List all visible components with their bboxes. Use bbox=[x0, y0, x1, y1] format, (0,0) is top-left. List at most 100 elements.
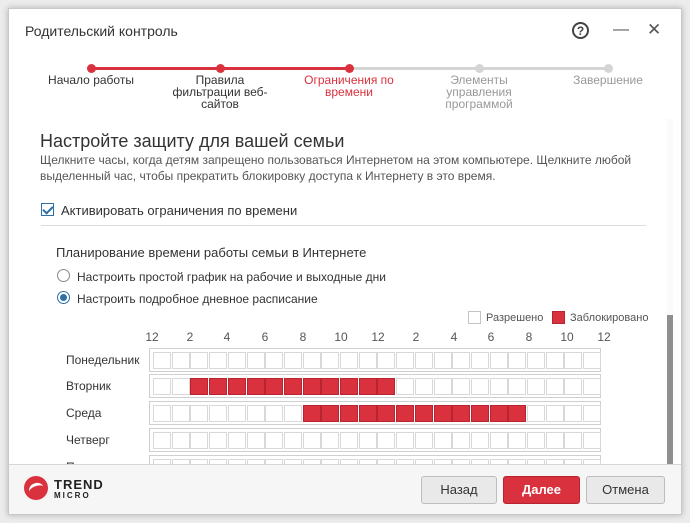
detailed-schedule-radio[interactable] bbox=[57, 291, 70, 304]
cancel-button[interactable]: Отмена bbox=[586, 476, 665, 504]
hour-cell[interactable] bbox=[489, 378, 508, 395]
simple-schedule-label[interactable]: Настроить простой график на рабочие и вы… bbox=[77, 270, 386, 284]
next-button[interactable]: Далее bbox=[503, 476, 580, 504]
enable-time-limits-checkbox[interactable] bbox=[41, 203, 54, 216]
hour-cell[interactable] bbox=[358, 378, 377, 395]
hour-cell[interactable] bbox=[470, 405, 489, 422]
hour-cell[interactable] bbox=[321, 432, 340, 449]
hour-cell[interactable] bbox=[470, 352, 489, 369]
hour-cell[interactable] bbox=[227, 378, 246, 395]
hour-cell[interactable] bbox=[433, 378, 452, 395]
hour-cell[interactable] bbox=[340, 432, 358, 449]
hour-cell[interactable] bbox=[153, 378, 171, 395]
hour-cell[interactable] bbox=[265, 432, 284, 449]
hour-cell[interactable] bbox=[190, 352, 209, 369]
hour-cell[interactable] bbox=[527, 432, 545, 449]
hour-cell[interactable] bbox=[508, 352, 527, 369]
hour-cell[interactable] bbox=[414, 378, 433, 395]
hour-cell[interactable] bbox=[433, 405, 452, 422]
hour-cell[interactable] bbox=[321, 378, 340, 395]
hour-cell[interactable] bbox=[209, 405, 228, 422]
hour-cell[interactable] bbox=[396, 405, 415, 422]
hour-cell[interactable] bbox=[302, 352, 321, 369]
hour-cell[interactable] bbox=[340, 378, 358, 395]
hour-cell[interactable] bbox=[508, 405, 527, 422]
hour-cell[interactable] bbox=[171, 405, 190, 422]
hour-cell[interactable] bbox=[190, 405, 209, 422]
hour-cell[interactable] bbox=[564, 352, 583, 369]
hour-cell[interactable] bbox=[489, 405, 508, 422]
hour-cell[interactable] bbox=[564, 432, 583, 449]
hour-cell[interactable] bbox=[377, 352, 396, 369]
help-icon[interactable]: ? bbox=[572, 22, 589, 39]
hour-cell[interactable] bbox=[545, 352, 564, 369]
hour-cell[interactable] bbox=[564, 378, 583, 395]
hour-cell[interactable] bbox=[527, 378, 545, 395]
hour-cell[interactable] bbox=[153, 432, 171, 449]
content-scrollbar[interactable] bbox=[667, 119, 673, 464]
hour-cell[interactable] bbox=[377, 405, 396, 422]
hour-cell[interactable] bbox=[433, 352, 452, 369]
hour-cell[interactable] bbox=[508, 378, 527, 395]
hour-cell[interactable] bbox=[227, 405, 246, 422]
hour-cell[interactable] bbox=[246, 405, 265, 422]
hour-cell[interactable] bbox=[246, 352, 265, 369]
hour-cell[interactable] bbox=[227, 352, 246, 369]
hour-cell[interactable] bbox=[583, 352, 602, 369]
hour-cell[interactable] bbox=[265, 378, 284, 395]
hour-cell[interactable] bbox=[396, 352, 415, 369]
hour-cell[interactable] bbox=[470, 432, 489, 449]
hour-cell[interactable] bbox=[470, 378, 489, 395]
hour-cell[interactable] bbox=[545, 432, 564, 449]
hour-cell[interactable] bbox=[171, 378, 190, 395]
hour-cell[interactable] bbox=[265, 405, 284, 422]
hour-cell[interactable] bbox=[414, 432, 433, 449]
hour-cell[interactable] bbox=[396, 378, 415, 395]
hour-cell[interactable] bbox=[583, 378, 602, 395]
hour-cell[interactable] bbox=[452, 352, 471, 369]
hour-cell[interactable] bbox=[321, 405, 340, 422]
hour-cell[interactable] bbox=[321, 352, 340, 369]
hour-cell[interactable] bbox=[302, 378, 321, 395]
hour-cell[interactable] bbox=[302, 432, 321, 449]
hour-cell[interactable] bbox=[153, 405, 171, 422]
hour-cell[interactable] bbox=[283, 352, 302, 369]
detailed-schedule-label[interactable]: Настроить подробное дневное расписание bbox=[77, 292, 318, 306]
hour-cell[interactable] bbox=[302, 405, 321, 422]
hour-cell[interactable] bbox=[209, 432, 228, 449]
hour-cell[interactable] bbox=[414, 352, 433, 369]
enable-time-limits-label[interactable]: Активировать ограничения по времени bbox=[61, 203, 297, 218]
hour-cell[interactable] bbox=[489, 352, 508, 369]
hour-cell[interactable] bbox=[358, 352, 377, 369]
hour-cell[interactable] bbox=[171, 432, 190, 449]
hour-cell[interactable] bbox=[508, 432, 527, 449]
hour-cell[interactable] bbox=[452, 378, 471, 395]
hour-cell[interactable] bbox=[527, 405, 545, 422]
hour-cell[interactable] bbox=[246, 378, 265, 395]
hour-cell[interactable] bbox=[545, 378, 564, 395]
hour-cell[interactable] bbox=[340, 352, 358, 369]
back-button[interactable]: Назад bbox=[421, 476, 497, 504]
hour-cell[interactable] bbox=[171, 352, 190, 369]
scrollbar-thumb[interactable] bbox=[667, 315, 673, 464]
hour-cell[interactable] bbox=[209, 378, 228, 395]
hour-cell[interactable] bbox=[153, 352, 171, 369]
hour-cell[interactable] bbox=[358, 432, 377, 449]
hour-cell[interactable] bbox=[190, 432, 209, 449]
hour-cell[interactable] bbox=[452, 405, 471, 422]
hour-cell[interactable] bbox=[489, 432, 508, 449]
hour-cell[interactable] bbox=[583, 405, 602, 422]
hour-cell[interactable] bbox=[265, 352, 284, 369]
hour-cell[interactable] bbox=[527, 352, 545, 369]
close-icon[interactable]: ✕ bbox=[647, 20, 661, 40]
hour-cell[interactable] bbox=[246, 432, 265, 449]
hour-cell[interactable] bbox=[396, 432, 415, 449]
hour-cell[interactable] bbox=[227, 432, 246, 449]
hour-cell[interactable] bbox=[283, 405, 302, 422]
minimize-icon[interactable]: — bbox=[613, 21, 629, 39]
hour-cell[interactable] bbox=[452, 432, 471, 449]
hour-cell[interactable] bbox=[564, 405, 583, 422]
hour-cell[interactable] bbox=[545, 405, 564, 422]
hour-cell[interactable] bbox=[283, 432, 302, 449]
hour-cell[interactable] bbox=[340, 405, 358, 422]
